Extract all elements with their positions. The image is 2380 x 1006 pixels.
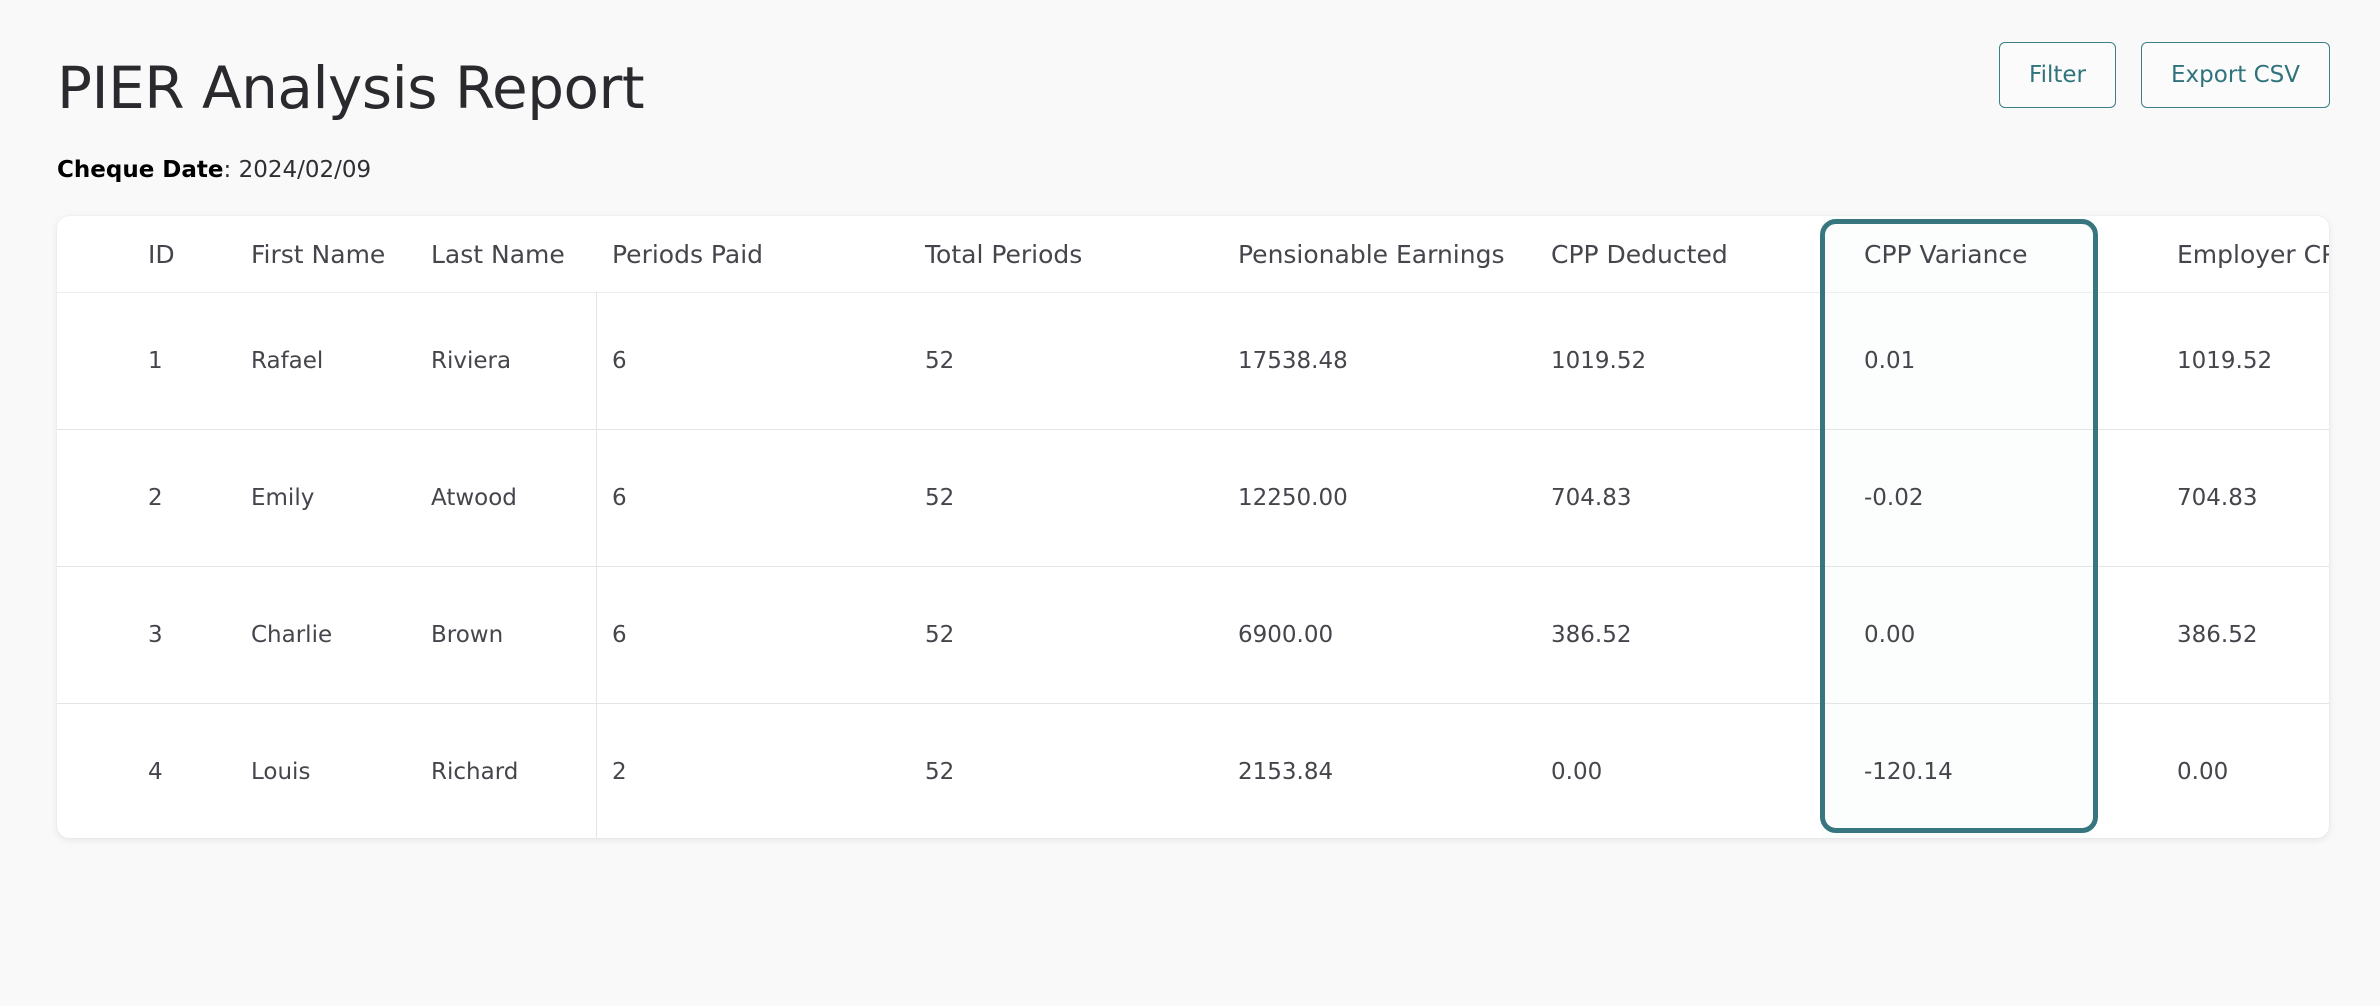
cheque-date-label: Cheque Date bbox=[57, 157, 224, 183]
cell-first-name: Emily bbox=[251, 484, 315, 511]
cell-last-name: Atwood bbox=[431, 484, 517, 511]
column-header-cpp-deducted[interactable]: CPP Deducted bbox=[1551, 216, 1728, 292]
cell-cpp-deducted: 0.00 bbox=[1551, 758, 1603, 785]
cheque-date-separator: : bbox=[223, 157, 239, 183]
report-page: PIER Analysis Report Cheque Date: 2024/0… bbox=[0, 0, 2380, 1006]
cell-pensionable-earnings: 12250.00 bbox=[1238, 484, 1348, 511]
cheque-date: Cheque Date: 2024/02/09 bbox=[57, 154, 371, 186]
cell-employer-cpp: 1019.52 bbox=[2177, 347, 2273, 374]
cell-pensionable-earnings: 6900.00 bbox=[1238, 621, 1334, 648]
cell-periods-paid: 6 bbox=[612, 484, 627, 511]
cell-periods-paid: 6 bbox=[612, 621, 627, 648]
cell-last-name: Riviera bbox=[431, 347, 512, 374]
cheque-date-value: 2024/02/09 bbox=[238, 157, 372, 183]
filter-button[interactable]: Filter bbox=[1999, 42, 2116, 108]
table-row[interactable]: 1 Rafael Riviera 6 52 17538.48 1019.52 0… bbox=[57, 292, 2329, 430]
cell-last-name: Richard bbox=[431, 758, 519, 785]
cell-first-name: Louis bbox=[251, 758, 311, 785]
column-header-first-name[interactable]: First Name bbox=[251, 216, 385, 292]
column-divider bbox=[596, 292, 597, 838]
cell-employer-cpp: 0.00 bbox=[2177, 758, 2229, 785]
column-header-cpp-variance[interactable]: CPP Variance bbox=[1864, 216, 2028, 292]
cell-total-periods: 52 bbox=[925, 484, 955, 511]
page-title: PIER Analysis Report bbox=[57, 54, 645, 122]
cell-cpp-variance: -0.02 bbox=[1864, 484, 1924, 511]
column-header-id[interactable]: ID bbox=[148, 216, 175, 292]
cell-total-periods: 52 bbox=[925, 758, 955, 785]
cell-cpp-deducted: 1019.52 bbox=[1551, 347, 1647, 374]
cell-cpp-variance: -120.14 bbox=[1864, 758, 1953, 785]
cell-pensionable-earnings: 2153.84 bbox=[1238, 758, 1334, 785]
cell-total-periods: 52 bbox=[925, 621, 955, 648]
cell-cpp-deducted: 386.52 bbox=[1551, 621, 1632, 648]
cell-first-name: Rafael bbox=[251, 347, 324, 374]
cell-id: 2 bbox=[148, 484, 163, 511]
table-row[interactable]: 3 Charlie Brown 6 52 6900.00 386.52 0.00… bbox=[57, 566, 2329, 704]
cell-total-periods: 52 bbox=[925, 347, 955, 374]
table-row[interactable]: 2 Emily Atwood 6 52 12250.00 704.83 -0.0… bbox=[57, 429, 2329, 567]
column-header-pensionable-earnings[interactable]: Pensionable Earnings bbox=[1238, 216, 1504, 292]
column-header-periods-paid[interactable]: Periods Paid bbox=[612, 216, 763, 292]
cell-id: 4 bbox=[148, 758, 163, 785]
cell-first-name: Charlie bbox=[251, 621, 333, 648]
table-header-row: ID First Name Last Name Periods Paid Tot… bbox=[57, 216, 2329, 293]
cell-pensionable-earnings: 17538.48 bbox=[1238, 347, 1348, 374]
cell-cpp-deducted: 704.83 bbox=[1551, 484, 1632, 511]
cell-periods-paid: 2 bbox=[612, 758, 627, 785]
column-header-total-periods[interactable]: Total Periods bbox=[925, 216, 1082, 292]
export-csv-button[interactable]: Export CSV bbox=[2141, 42, 2330, 108]
report-table: ID First Name Last Name Periods Paid Tot… bbox=[57, 216, 2329, 838]
cell-employer-cpp: 704.83 bbox=[2177, 484, 2258, 511]
column-header-employer-cpp[interactable]: Employer CP bbox=[2177, 216, 2329, 292]
table-row[interactable]: 4 Louis Richard 2 52 2153.84 0.00 -120.1… bbox=[57, 703, 2329, 838]
cell-periods-paid: 6 bbox=[612, 347, 627, 374]
cell-id: 3 bbox=[148, 621, 163, 648]
cell-id: 1 bbox=[148, 347, 163, 374]
cell-cpp-variance: 0.00 bbox=[1864, 621, 1916, 648]
cell-employer-cpp: 386.52 bbox=[2177, 621, 2258, 648]
cell-last-name: Brown bbox=[431, 621, 504, 648]
cell-cpp-variance: 0.01 bbox=[1864, 347, 1916, 374]
column-header-last-name[interactable]: Last Name bbox=[431, 216, 565, 292]
